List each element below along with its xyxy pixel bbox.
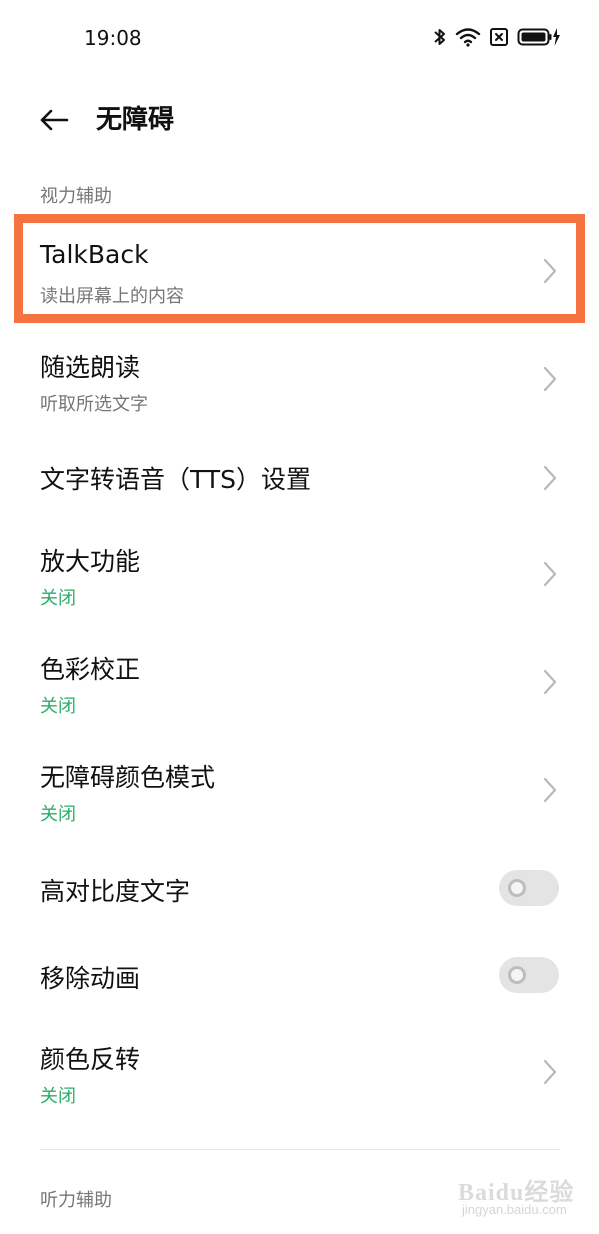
setting-item-title: 文字转语音（TTS）设置 — [40, 465, 311, 494]
setting-item-title: 放大功能 — [40, 547, 141, 576]
setting-item-title: 高对比度文字 — [40, 877, 191, 906]
setting-item-title: 颜色反转 — [40, 1045, 141, 1074]
setting-item-status: 关闭 — [40, 696, 76, 717]
setting-item-status: 关闭 — [40, 804, 76, 825]
high-contrast-toggle[interactable] — [499, 870, 559, 906]
setting-item-remove-animations: 移除动画 — [0, 937, 599, 1013]
status-time: 19:08 — [84, 26, 142, 50]
back-button[interactable] — [34, 102, 74, 138]
setting-item-accessible-color-mode[interactable]: 无障碍颜色模式 关闭 — [0, 742, 599, 840]
chevron-right-icon — [543, 561, 557, 587]
toggle-knob — [508, 966, 526, 984]
back-arrow-icon — [40, 109, 69, 131]
no-sim-icon — [490, 28, 508, 46]
setting-item-subtitle: 听取所选文字 — [40, 394, 148, 415]
toggle-knob — [508, 879, 526, 897]
setting-item-high-contrast-text: 高对比度文字 — [0, 850, 599, 926]
chevron-right-icon — [543, 777, 557, 803]
page-title: 无障碍 — [96, 105, 175, 135]
setting-item-color-correction[interactable]: 色彩校正 关闭 — [0, 634, 599, 732]
section-label-vision: 视力辅助 — [40, 186, 112, 207]
watermark: Baidu经验 jingyan.baidu.com — [458, 1168, 588, 1224]
chevron-right-icon — [543, 366, 557, 392]
header: 无障碍 — [0, 90, 599, 150]
remove-animations-toggle[interactable] — [499, 957, 559, 993]
setting-item-title: 随选朗读 — [40, 353, 141, 382]
section-label-hearing: 听力辅助 — [40, 1190, 112, 1211]
bluetooth-icon — [434, 29, 445, 45]
watermark-site: jingyan.baidu.com — [462, 1202, 567, 1217]
wifi-icon — [455, 28, 481, 47]
battery-charging-icon — [517, 28, 560, 46]
highlight-box — [14, 214, 585, 323]
status-icons — [433, 26, 561, 48]
setting-item-tts[interactable]: 文字转语音（TTS）设置 — [0, 440, 599, 516]
chevron-right-icon — [543, 1059, 557, 1085]
setting-item-title: 色彩校正 — [40, 655, 141, 684]
setting-item-color-inversion[interactable]: 颜色反转 关闭 — [0, 1024, 599, 1122]
chevron-right-icon — [543, 465, 557, 491]
status-bar: 19:08 — [0, 0, 599, 76]
chevron-right-icon — [543, 669, 557, 695]
setting-item-title: 移除动画 — [40, 964, 141, 993]
setting-item-select-to-speak[interactable]: 随选朗读 听取所选文字 — [0, 330, 599, 428]
setting-item-status: 关闭 — [40, 588, 76, 609]
setting-item-magnification[interactable]: 放大功能 关闭 — [0, 526, 599, 624]
section-divider — [40, 1149, 560, 1150]
setting-item-title: 无障碍颜色模式 — [40, 763, 216, 792]
setting-item-status: 关闭 — [40, 1086, 76, 1107]
